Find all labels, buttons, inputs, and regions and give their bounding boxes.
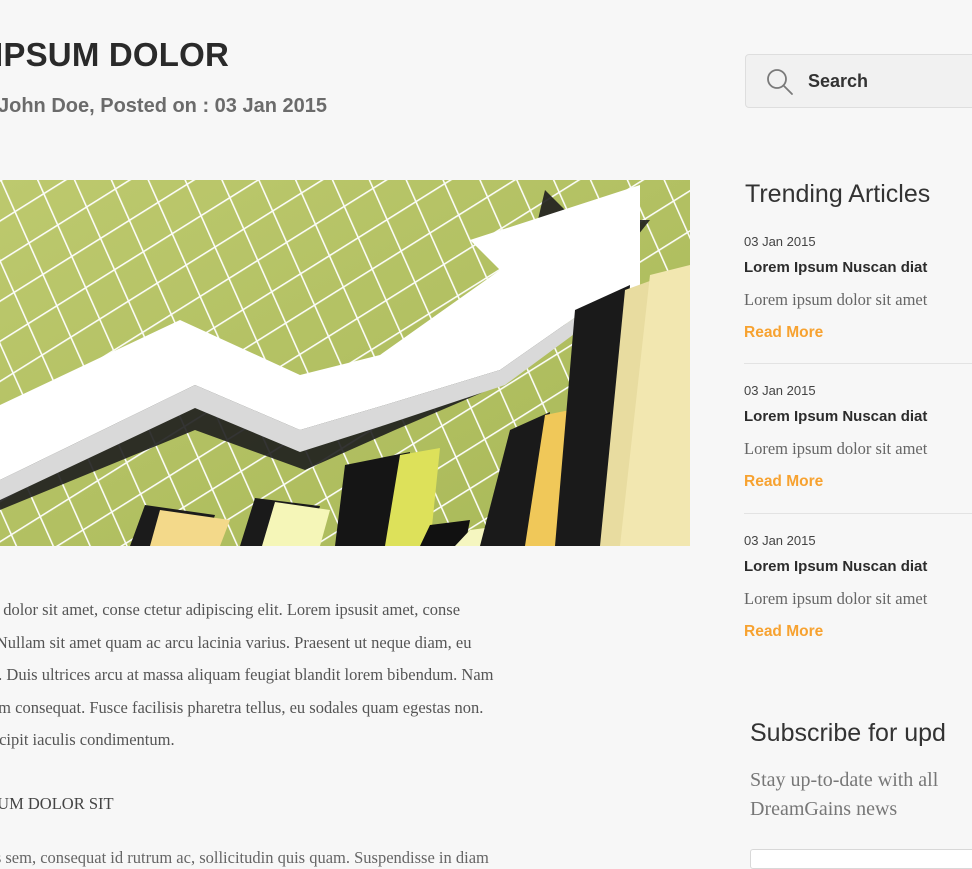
subscribe-heading: Subscribe for upd [750,719,946,747]
read-more-link[interactable]: Read More [744,324,823,342]
read-more-link[interactable]: Read More [744,623,823,641]
article-line: etum consequat. Fusce facilisis pharetra… [0,697,484,717]
article-excerpt: Lorem ipsum dolor sit amet [744,589,928,608]
hero-image [0,180,690,546]
post-meta: John Doe, Posted on : 03 Jan 2015 [0,95,327,117]
article-line: um dolor sit amet, conse ctetur adipisci… [0,600,461,619]
divider [744,513,972,514]
article-excerpt: Lorem ipsum dolor sit amet [744,439,928,458]
article-title[interactable]: Lorem Ipsum Nuscan diat [744,259,927,276]
subscribe-description: Stay up-to-date with all DreamGains news [750,769,939,820]
article-title[interactable]: Lorem Ipsum Nuscan diat [744,408,927,425]
trending-article: 03 Jan 2015 Lorem Ipsum Nuscan diat Lore… [744,234,972,384]
article-line: lit Nullam sit amet quam ac arcu lacinia… [0,632,472,652]
article-line: em. Duis ultrices arcu at massa aliquam … [0,665,494,684]
article-date: 03 Jan 2015 [744,533,816,548]
trending-article: 03 Jan 2015 Lorem Ipsum Nuscan diat Lore… [744,533,972,683]
trending-article: 03 Jan 2015 Lorem Ipsum Nuscan diat Lore… [744,383,972,533]
read-more-link[interactable]: Read More [744,473,823,491]
divider [744,363,972,364]
article-date: 03 Jan 2015 [744,383,816,398]
article-subheading: SUM DOLOR SIT [0,794,114,813]
search-input[interactable] [808,65,972,97]
subscribe-email-input[interactable] [750,849,972,869]
article-date: 03 Jan 2015 [744,234,816,249]
article-title[interactable]: Lorem Ipsum Nuscan diat [744,558,927,575]
post-title: IPSUM DOLOR [0,36,230,73]
search-icon[interactable] [766,68,794,96]
article-excerpt: Lorem ipsum dolor sit amet [744,290,928,309]
article-line: suscipit iaculis condimentum. [0,730,175,749]
article-body: um dolor sit amet, conse ctetur adipisci… [0,594,678,757]
search-box[interactable] [745,54,972,108]
article-line: pis sem, consequat id rutrum ac, sollici… [0,848,489,867]
trending-heading: Trending Articles [745,180,931,208]
